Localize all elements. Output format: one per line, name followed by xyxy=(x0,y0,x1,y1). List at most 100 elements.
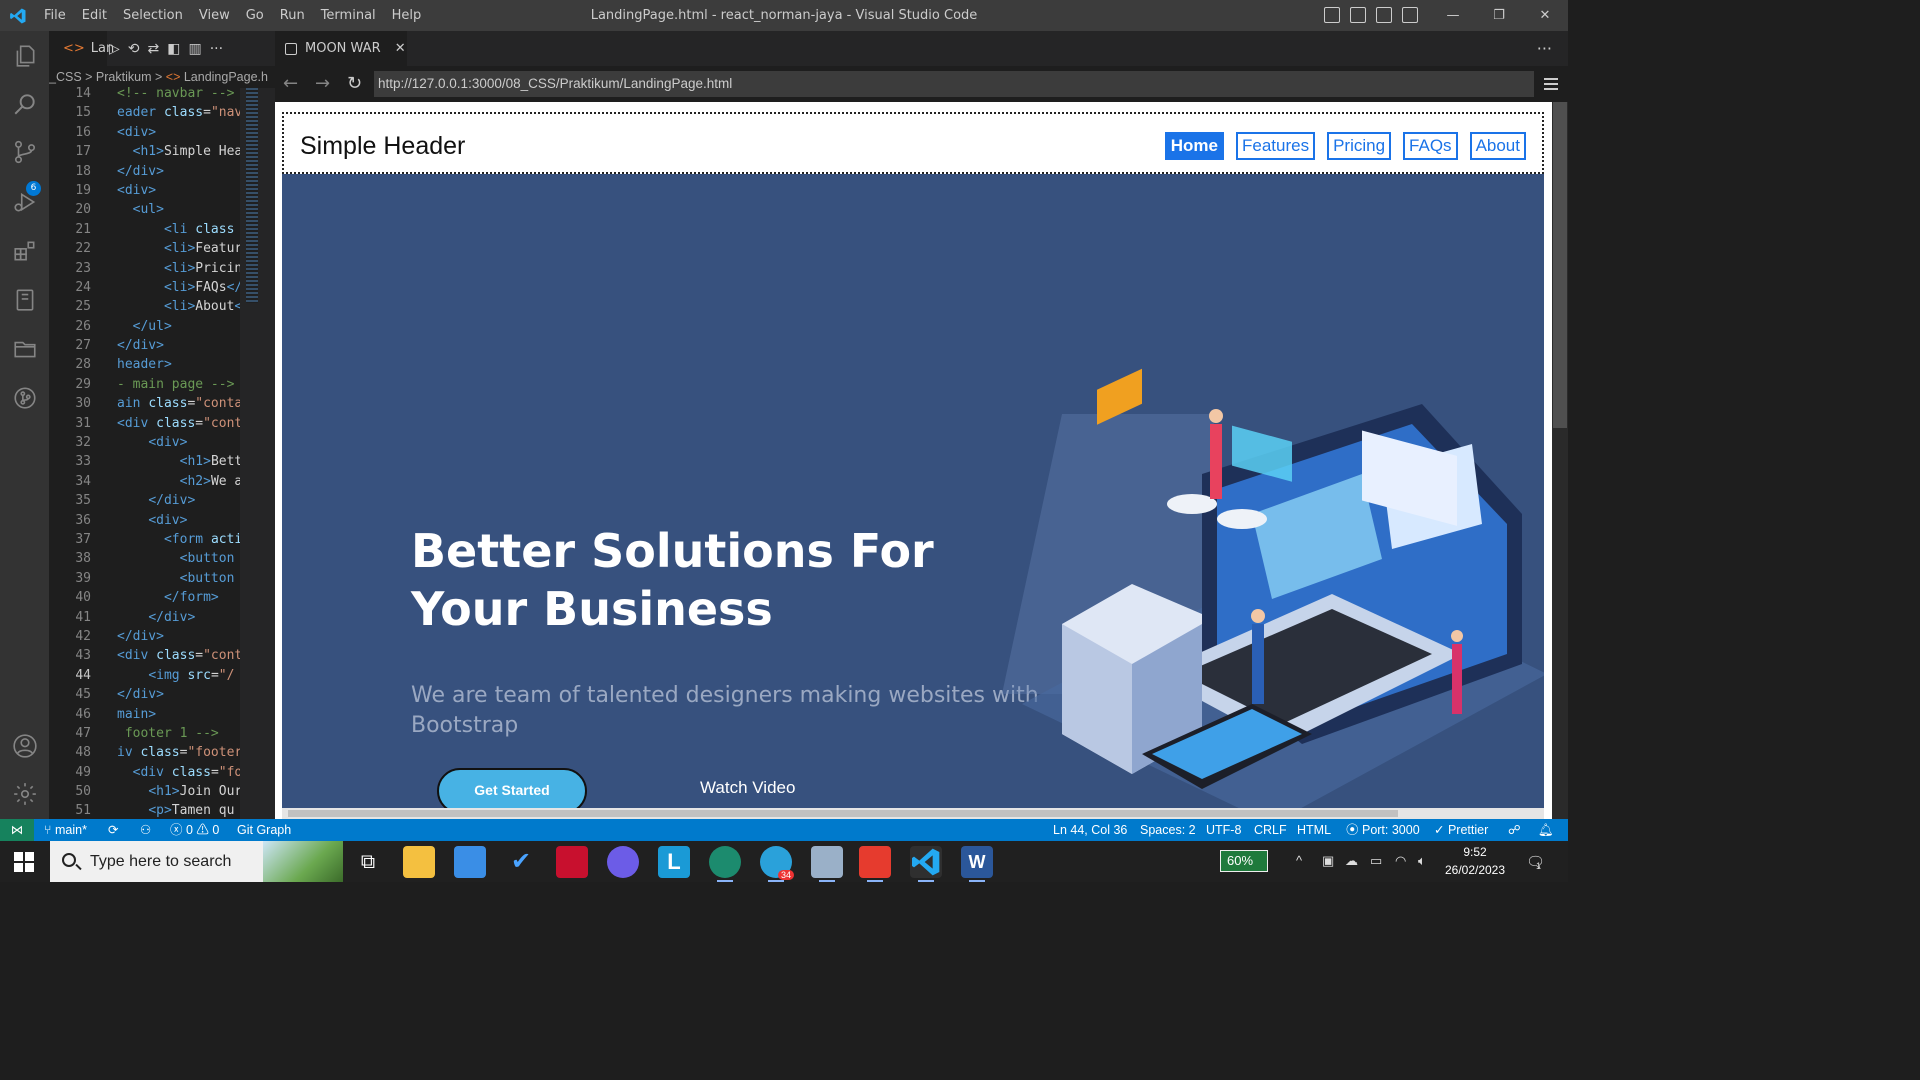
branch-status[interactable]: ⑂ main* xyxy=(44,819,87,841)
language-mode[interactable]: HTML xyxy=(1297,819,1331,841)
task-view-icon[interactable]: ⧉ xyxy=(352,846,384,878)
menu-view[interactable]: View xyxy=(191,0,238,31)
close-tab-icon[interactable]: ✕ xyxy=(395,41,406,56)
more-actions-icon[interactable]: ··· xyxy=(1537,31,1552,66)
mail-icon[interactable] xyxy=(454,846,486,878)
run-debug-icon[interactable] xyxy=(12,189,38,215)
feedback-icon[interactable]: ☍ xyxy=(1508,819,1521,841)
live-server-status[interactable]: ⦿ Port: 3000 xyxy=(1346,819,1420,841)
vscode-taskbar-icon[interactable] xyxy=(910,846,942,882)
battery-icon[interactable]: ▭ xyxy=(1370,853,1382,869)
search-icon[interactable] xyxy=(12,91,38,117)
nav-home[interactable]: Home xyxy=(1164,132,1224,160)
telegram-icon[interactable]: 34 xyxy=(760,846,794,882)
taskbar-search[interactable]: Type here to search xyxy=(50,841,343,882)
cursor-position[interactable]: Ln 44, Col 36 xyxy=(1053,819,1127,841)
problems-status[interactable]: ⓧ 0 ⚠ 0 xyxy=(170,819,219,841)
nav-about[interactable]: About xyxy=(1469,132,1526,160)
restore-button[interactable]: ❐ xyxy=(1476,0,1522,31)
wifi-icon[interactable]: ◠ xyxy=(1395,853,1406,869)
menu-file[interactable]: File xyxy=(36,0,74,31)
preview-horizontal-scrollbar[interactable] xyxy=(282,808,1544,819)
windows-start-icon[interactable] xyxy=(14,852,34,872)
account-icon[interactable] xyxy=(12,733,38,759)
back-arrow-icon[interactable]: ← xyxy=(283,66,298,102)
action-center-icon[interactable]: 🗨︎ 1 xyxy=(1526,853,1545,871)
end-of-line[interactable]: CRLF xyxy=(1254,819,1287,841)
volume-icon[interactable]: 🔈︎ xyxy=(1418,853,1426,869)
close-window-button[interactable]: ✕ xyxy=(1522,0,1568,31)
run-icon[interactable]: ▷ xyxy=(109,41,120,57)
compare-changes-icon[interactable]: ⇄ xyxy=(148,41,160,57)
show-hidden-icons-icon[interactable]: ^ xyxy=(1296,853,1302,868)
system-clock[interactable]: 9:52 26/02/2023 xyxy=(1440,843,1510,879)
battery-indicator[interactable]: 60% xyxy=(1220,850,1268,872)
toggle-panel-icon[interactable] xyxy=(1350,7,1366,23)
line-content: <div> xyxy=(117,124,157,140)
search-highlight-image xyxy=(263,841,343,882)
line-content: <div> xyxy=(117,182,157,198)
onedrive-cloud-icon[interactable]: ☁ xyxy=(1345,853,1358,869)
copilot-app-icon[interactable] xyxy=(607,846,639,878)
line-number: 22 xyxy=(75,241,91,257)
file-explorer-icon[interactable] xyxy=(403,846,435,878)
scrollbar-thumb[interactable] xyxy=(288,810,1398,817)
menu-run[interactable]: Run xyxy=(272,0,313,31)
minimap[interactable] xyxy=(240,88,275,819)
git-graph-status[interactable]: Git Graph xyxy=(237,819,291,841)
breadcrumb-file[interactable]: LandingPage.h xyxy=(184,70,268,84)
meet-now-icon[interactable]: ▣ xyxy=(1322,853,1334,869)
toggle-primary-sidebar-icon[interactable] xyxy=(1324,7,1340,23)
minimize-button[interactable]: — xyxy=(1430,0,1476,31)
line-number: 25 xyxy=(75,299,91,315)
source-control-icon[interactable] xyxy=(12,139,38,165)
menu-edit[interactable]: Edit xyxy=(74,0,115,31)
todo-icon[interactable]: ✔ xyxy=(505,846,537,878)
menu-icon[interactable] xyxy=(1544,78,1558,90)
recorder-app-icon[interactable] xyxy=(859,846,891,882)
word-icon[interactable]: W xyxy=(961,846,993,882)
preview-tab[interactable]: MOON WAR ✕ xyxy=(275,31,407,66)
open-preview-icon[interactable]: ◧ xyxy=(167,41,180,57)
breadcrumb-folder[interactable]: _CSS xyxy=(49,70,82,84)
menu-go[interactable]: Go xyxy=(238,0,272,31)
editor-tab[interactable]: <> Lan xyxy=(49,31,114,66)
watch-video-button[interactable]: Watch Video xyxy=(700,778,795,798)
reload-icon[interactable]: ↻ xyxy=(347,66,362,102)
preview-nav-bar: ← → ↻ http://127.0.0.1:3000/08_CSS/Prakt… xyxy=(275,66,1568,102)
toggle-secondary-sidebar-icon[interactable] xyxy=(1376,7,1392,23)
preview-vertical-scrollbar[interactable] xyxy=(1552,102,1568,819)
folder-icon[interactable] xyxy=(12,336,38,362)
photos-icon[interactable] xyxy=(811,846,843,882)
menu-terminal[interactable]: Terminal xyxy=(313,0,384,31)
line-number: 17 xyxy=(75,144,91,160)
more-actions-icon[interactable]: ··· xyxy=(210,41,223,57)
menu-help[interactable]: Help xyxy=(384,0,430,31)
nav-pricing[interactable]: Pricing xyxy=(1327,132,1392,160)
edge-browser-icon[interactable] xyxy=(709,846,741,882)
timeline-icon[interactable]: ⟲ xyxy=(128,41,140,57)
settings-gear-icon[interactable] xyxy=(12,781,38,807)
url-input[interactable]: http://127.0.0.1:3000/08_CSS/Praktikum/L… xyxy=(374,71,1534,97)
live-share-icon[interactable]: ⚇ xyxy=(140,819,151,841)
customize-layout-icon[interactable] xyxy=(1402,7,1418,23)
mcafee-icon[interactable] xyxy=(556,846,588,878)
remote-icon[interactable]: ⋈ xyxy=(0,819,34,841)
notifications-bell-icon[interactable]: 🔔︎ xyxy=(1538,819,1554,841)
nav-faqs[interactable]: FAQs xyxy=(1403,132,1458,160)
indentation[interactable]: Spaces: 2 xyxy=(1140,819,1196,841)
explorer-icon[interactable] xyxy=(12,43,38,69)
notebook-icon[interactable] xyxy=(12,287,38,313)
menu-selection[interactable]: Selection xyxy=(115,0,191,31)
scrollbar-thumb[interactable] xyxy=(1553,102,1567,428)
forward-arrow-icon[interactable]: → xyxy=(315,66,330,102)
launcher-l-icon[interactable]: L xyxy=(658,846,690,878)
split-editor-icon[interactable]: ▥ xyxy=(188,41,201,57)
sync-icon[interactable]: ⟳ xyxy=(108,819,118,841)
breadcrumb-subfolder[interactable]: Praktikum xyxy=(96,70,152,84)
encoding[interactable]: UTF-8 xyxy=(1206,819,1241,841)
extensions-icon[interactable] xyxy=(12,238,38,264)
nav-features[interactable]: Features xyxy=(1235,132,1316,160)
prettier-status[interactable]: ✓ Prettier xyxy=(1434,819,1488,841)
git-graph-icon[interactable] xyxy=(12,385,38,411)
